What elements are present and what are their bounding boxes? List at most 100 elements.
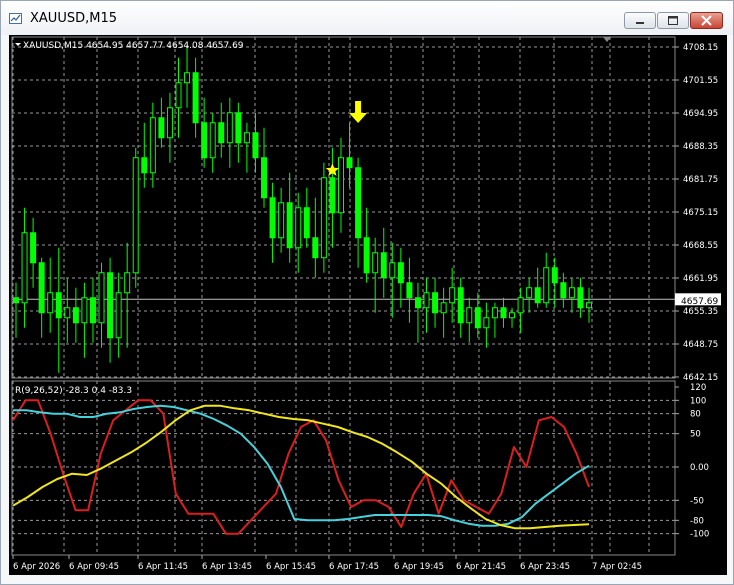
candle: [337, 137, 344, 233]
candle-body: [414, 297, 421, 309]
maximize-icon: [668, 16, 678, 25]
candle: [192, 57, 199, 138]
candle: [312, 197, 319, 278]
candle-body: [295, 207, 302, 249]
candle-body: [89, 297, 96, 324]
candle-body: [500, 307, 507, 319]
candle: [218, 102, 225, 158]
candle-body: [372, 252, 379, 274]
candle: [320, 162, 327, 273]
candle: [372, 237, 379, 313]
candle: [491, 302, 498, 338]
price-tick-label: 4661.95: [683, 274, 718, 284]
price-tick-label: 4701.55: [683, 76, 718, 86]
minimize-icon: [636, 22, 644, 24]
candle-body: [320, 177, 327, 259]
candle-body: [141, 157, 148, 174]
candle-body: [586, 302, 592, 309]
candle: [278, 187, 285, 253]
candle: [406, 257, 413, 323]
candle-body: [98, 272, 105, 324]
indicator-pane-frame: [11, 380, 676, 556]
candle-body: [235, 112, 242, 144]
candle-body: [64, 307, 71, 319]
price-tick-label: 4708.15: [683, 43, 718, 53]
candle: [158, 97, 165, 148]
close-icon: [701, 15, 712, 26]
candle: [466, 297, 473, 343]
time-tick-label: 6 Apr 17:45: [329, 562, 379, 572]
time-tick-label: 6 Apr 13:45: [202, 562, 252, 572]
candle-body: [380, 252, 387, 279]
candle-body: [192, 72, 199, 124]
cyan-line: [13, 404, 590, 527]
candle: [414, 282, 421, 343]
candle: [534, 267, 541, 308]
candle-body: [449, 287, 456, 304]
indicator-tick-label: 100: [690, 396, 706, 406]
candle-body: [201, 122, 208, 159]
main-info-text: XAUUSD,M15 4654.95 4657.77 4654.08 4657.…: [23, 41, 244, 51]
candle-body: [517, 297, 524, 314]
candle-body: [21, 232, 28, 304]
price-tick-label: 4675.15: [683, 208, 718, 218]
chart-area[interactable]: 4708.15 4701.55 4694.95 4688.35 4681.75 4675.…: [9, 35, 727, 575]
candle: [551, 257, 558, 308]
minimize-button[interactable]: [624, 12, 656, 29]
candle-body: [346, 157, 353, 169]
chart-canvas[interactable]: 4708.15 4701.55 4694.95 4688.35 4681.75 4675.…: [9, 35, 727, 575]
candle-body: [337, 157, 344, 214]
title-bar[interactable]: XAUUSD,M15: [1, 1, 733, 35]
close-button[interactable]: [690, 12, 723, 29]
candle-body: [38, 262, 45, 314]
candle-body: [252, 132, 259, 159]
candle: [526, 277, 533, 313]
candle-body: [560, 282, 567, 299]
candle-body: [406, 282, 413, 299]
candle-body: [303, 207, 310, 239]
price-tick-label: 4655.35: [683, 307, 718, 317]
candle: [397, 247, 404, 308]
down-arrow-icon: [349, 101, 368, 123]
candle: [269, 182, 276, 263]
candle-body: [551, 267, 558, 284]
candle-body: [577, 287, 584, 309]
candle: [303, 187, 310, 248]
candle-body: [509, 312, 516, 319]
time-tick-label: 6 Apr 09:45: [69, 562, 119, 572]
candle: [201, 97, 208, 168]
candle: [543, 252, 550, 308]
candle: [149, 102, 156, 188]
candle-body: [534, 287, 541, 304]
time-tick-label: 6 Apr 19:45: [394, 562, 444, 572]
candle-body: [132, 157, 139, 274]
candle-body: [363, 237, 370, 274]
candle: [115, 272, 122, 358]
candle: [483, 302, 490, 348]
candle-body: [483, 317, 490, 329]
candle: [568, 277, 575, 313]
candle-body: [269, 197, 276, 239]
candle-body: [278, 202, 285, 239]
chart-window: XAUUSD,M15 4708.15 4701.55 4694.95 4688.35 4…: [0, 0, 734, 585]
candle-body: [218, 122, 225, 144]
time-tick-label: 6 Apr 23:45: [520, 562, 570, 572]
candle-body: [440, 302, 447, 314]
candle-body: [124, 272, 131, 294]
window-title: XAUUSD,M15: [30, 11, 117, 26]
candle: [107, 257, 114, 363]
candle: [98, 262, 105, 348]
candle: [13, 282, 19, 338]
candle: [363, 207, 370, 283]
maximize-button[interactable]: [657, 12, 689, 29]
candle: [184, 47, 191, 108]
candle: [81, 282, 88, 358]
candle: [47, 257, 54, 333]
indicator-tick-label: 50: [690, 430, 701, 440]
price-axis: 4708.15 4701.55 4694.95 4688.35 4681.75 4675.…: [675, 43, 718, 540]
candle-body: [568, 287, 575, 299]
candle: [586, 287, 592, 323]
candle: [380, 227, 387, 298]
indicator-info-text: R(9,26,52) -28.3 0.4 -83.3: [15, 386, 132, 396]
candle-body: [184, 72, 191, 84]
